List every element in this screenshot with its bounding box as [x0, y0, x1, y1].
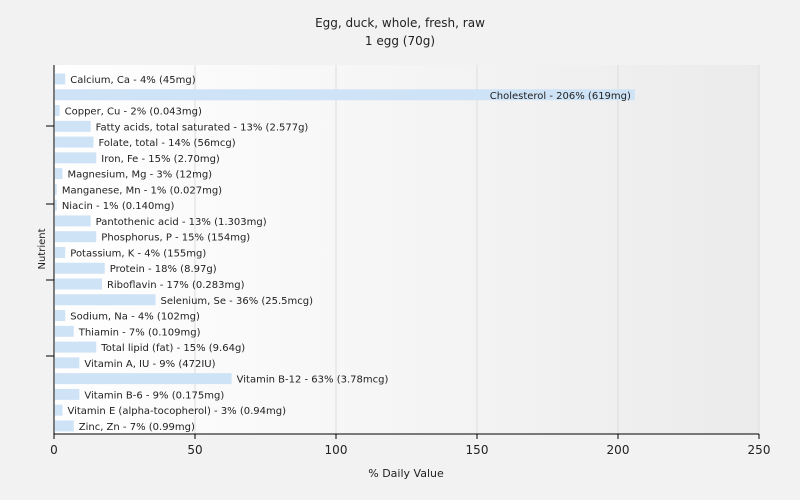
bar-label: Selenium, Se - 36% (25.5mcg)	[161, 296, 314, 307]
bar	[55, 199, 57, 211]
y-axis-label: Nutrient	[37, 228, 48, 269]
x-axis-label: % Daily Value	[368, 467, 444, 480]
bar-label: Fatty acids, total saturated - 13% (2.57…	[96, 122, 309, 133]
bar-label: Folate, total - 14% (56mcg)	[98, 138, 235, 149]
bar	[55, 231, 97, 243]
x-tick-label: 200	[607, 443, 630, 457]
bar-label: Vitamin B-6 - 9% (0.175mg)	[84, 390, 224, 401]
bar-label: Vitamin A, IU - 9% (472IU)	[84, 359, 215, 370]
bar-label: Protein - 18% (8.97g)	[110, 264, 217, 275]
bar	[55, 388, 80, 400]
x-tick-label: 150	[466, 443, 489, 457]
bar-label: Manganese, Mn - 1% (0.027mg)	[62, 185, 222, 196]
bar	[55, 168, 63, 180]
bar	[55, 310, 66, 322]
x-tick-label: 250	[748, 443, 771, 457]
bar	[55, 105, 60, 117]
bar-label: Zinc, Zn - 7% (0.99mg)	[79, 422, 195, 433]
bar-label: Cholesterol - 206% (619mg)	[490, 91, 631, 102]
bar-label: Pantothenic acid - 13% (1.303mg)	[96, 217, 267, 228]
bar-label: Total lipid (fat) - 15% (9.64g)	[100, 343, 245, 354]
x-tick-label: 100	[325, 443, 348, 457]
bar-label: Copper, Cu - 2% (0.043mg)	[65, 107, 202, 118]
x-tick-label: 50	[187, 443, 202, 457]
bar	[55, 341, 97, 353]
bar-label: Potassium, K - 4% (155mg)	[70, 248, 206, 259]
x-tick-label: 0	[50, 443, 58, 457]
bar	[55, 183, 57, 195]
bar-label: Iron, Fe - 15% (2.70mg)	[101, 154, 220, 165]
bar	[55, 325, 74, 337]
bar	[55, 373, 232, 385]
bar	[55, 262, 105, 274]
bar-label: Niacin - 1% (0.140mg)	[62, 201, 175, 212]
chart-title: Egg, duck, whole, fresh, raw	[315, 16, 485, 30]
bar	[55, 357, 80, 369]
bar	[55, 73, 66, 85]
bar-label: Phosphorus, P - 15% (154mg)	[101, 233, 250, 244]
bar-label: Magnesium, Mg - 3% (12mg)	[67, 170, 212, 181]
chart-subtitle: 1 egg (70g)	[365, 34, 435, 48]
bar-label: Vitamin E (alpha-tocopherol) - 3% (0.94m…	[67, 406, 286, 417]
bar-label: Riboflavin - 17% (0.283mg)	[107, 280, 245, 291]
nutrient-bar-chart: Egg, duck, whole, fresh, raw 1 egg (70g)…	[0, 0, 800, 500]
bar	[55, 136, 94, 148]
bar	[55, 215, 91, 227]
bar	[55, 152, 97, 164]
bar-label: Vitamin B-12 - 63% (3.78mcg)	[237, 375, 389, 386]
bar	[55, 404, 63, 416]
bar	[55, 246, 66, 258]
bar-label: Sodium, Na - 4% (102mg)	[70, 312, 200, 323]
bar	[55, 278, 102, 290]
bar	[55, 294, 156, 306]
bar-label: Thiamin - 7% (0.109mg)	[78, 327, 201, 338]
bar	[55, 420, 74, 432]
bar	[55, 120, 91, 132]
bar-label: Calcium, Ca - 4% (45mg)	[70, 75, 195, 86]
